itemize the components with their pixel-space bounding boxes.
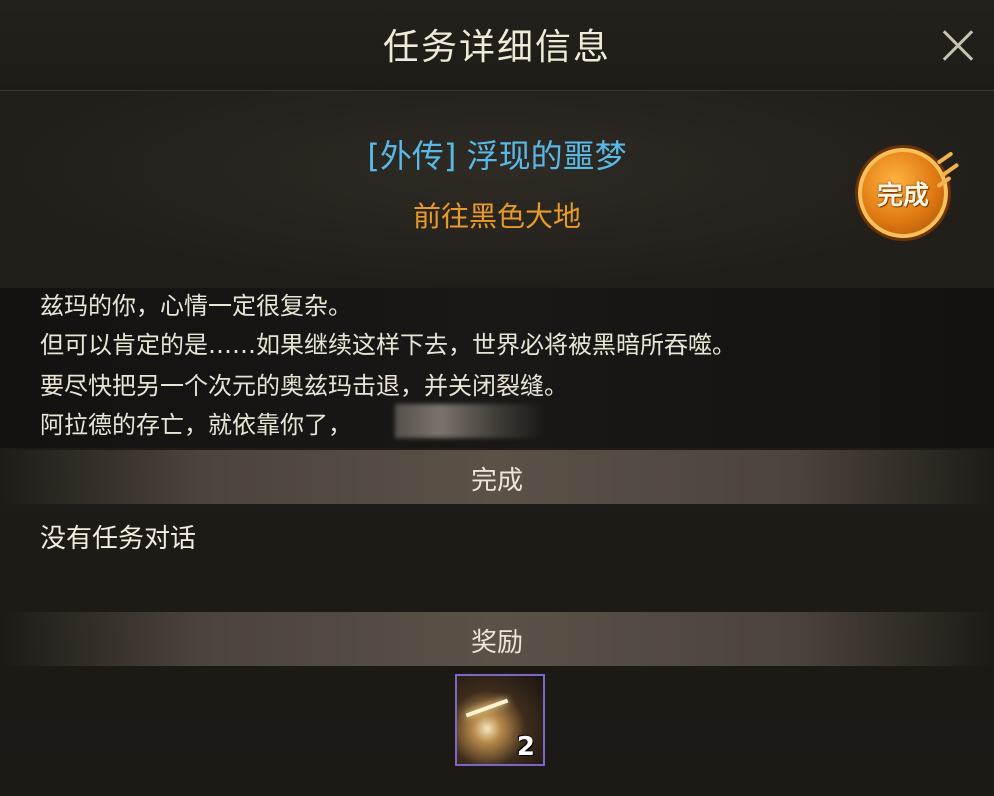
- dialog-line: 阿拉德的存亡，就依靠你了，: [40, 411, 352, 439]
- complete-section-label: 完成: [470, 466, 523, 496]
- title-bar: 任务详细信息: [0, 0, 994, 91]
- quest-name: [外传] 浮现的噩梦: [367, 137, 627, 175]
- close-icon[interactable]: [930, 20, 986, 70]
- no-dialog-text: 没有任务对话: [40, 524, 197, 554]
- quest-goal: 前往黑色大地: [412, 200, 581, 233]
- complete-badge-label: 完成: [876, 180, 929, 211]
- reward-item-slot[interactable]: 2: [455, 674, 545, 766]
- badge-speed-lines: [930, 150, 960, 190]
- dialog-line: 要尽快把另一个次元的奥兹玛击退，并关闭裂缝。: [40, 372, 568, 400]
- reward-item-count: 2: [516, 732, 535, 762]
- blurred-player-name: [395, 404, 545, 438]
- dialog-line: 兹玛的你，心情一定很复杂。: [40, 292, 352, 320]
- reward-section-label: 奖励: [470, 628, 523, 658]
- quest-header: [外传] 浮现的噩梦 前往黑色大地: [0, 91, 994, 286]
- reward-item-icon: [465, 698, 509, 718]
- window-title: 任务详细信息: [382, 27, 611, 68]
- quest-detail-window: 任务详细信息 [外传] 浮现的噩梦 前往黑色大地 完成 兹玛的你，心情一定很复杂…: [0, 0, 994, 796]
- dialog-line: 但可以肯定的是……如果继续这样下去，世界必将被黑暗所吞噬。: [40, 331, 736, 359]
